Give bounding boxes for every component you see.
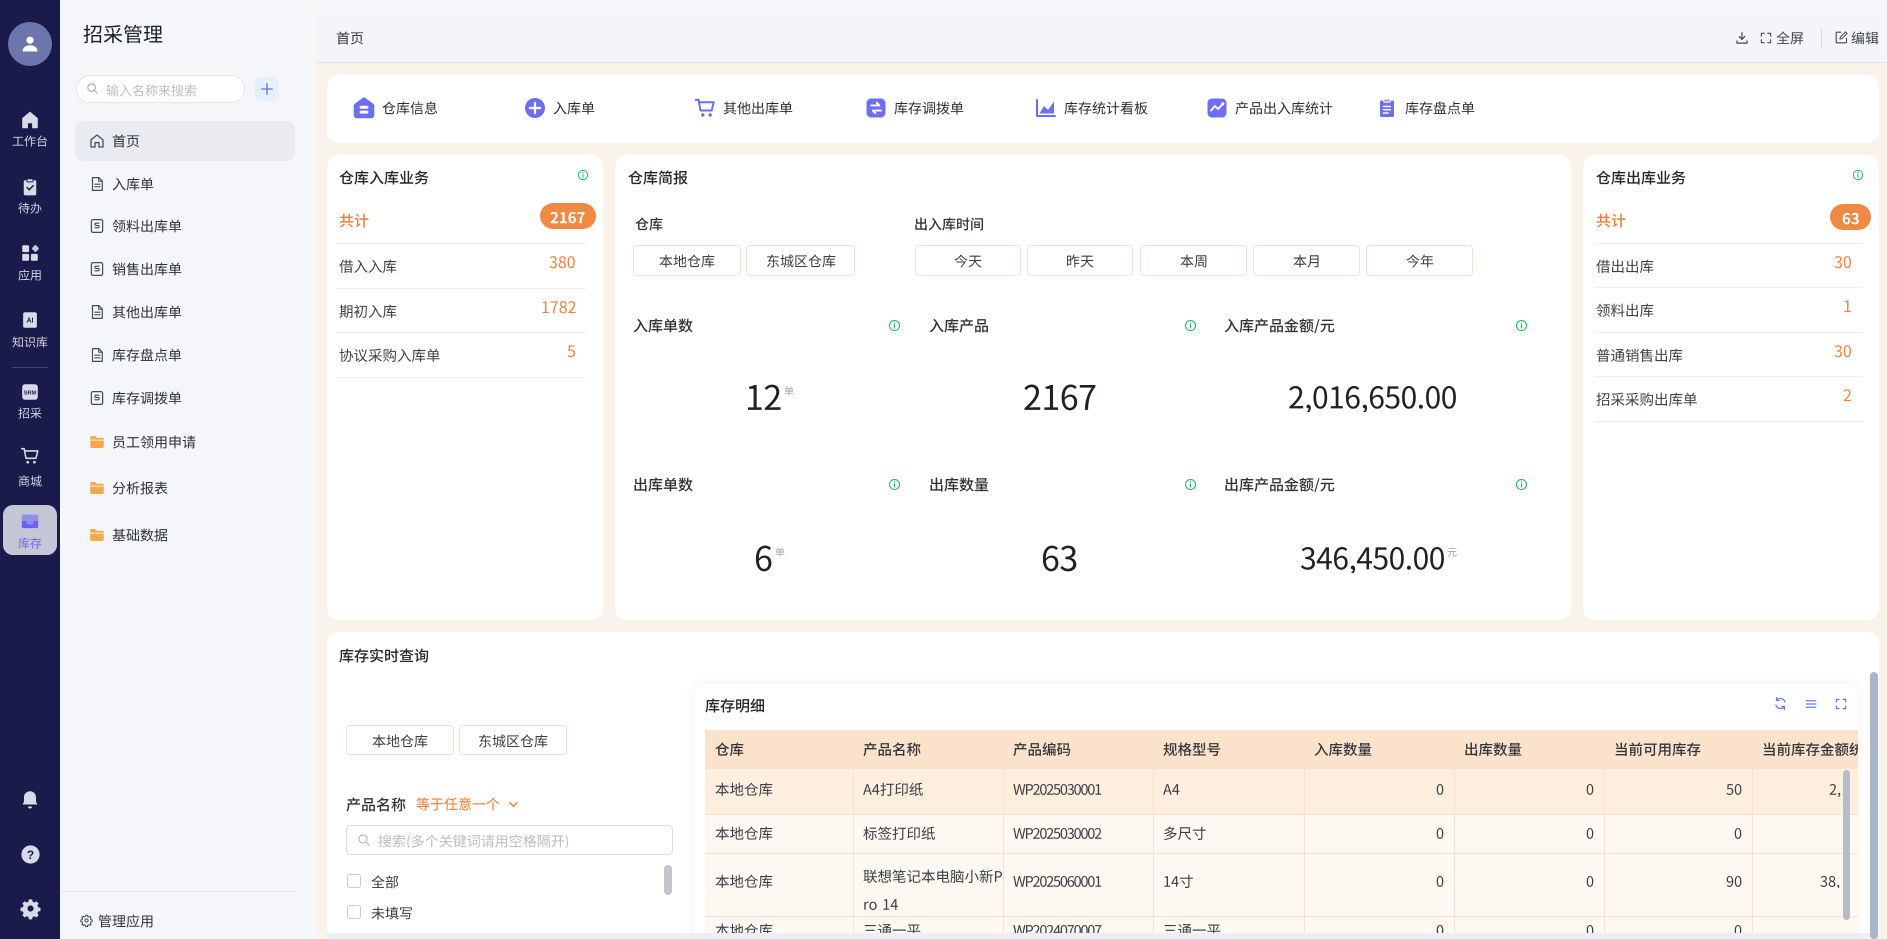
svg-text:SRM: SRM [24,390,37,396]
svg-text:?: ? [27,848,34,862]
svg-text:AI: AI [27,318,34,325]
